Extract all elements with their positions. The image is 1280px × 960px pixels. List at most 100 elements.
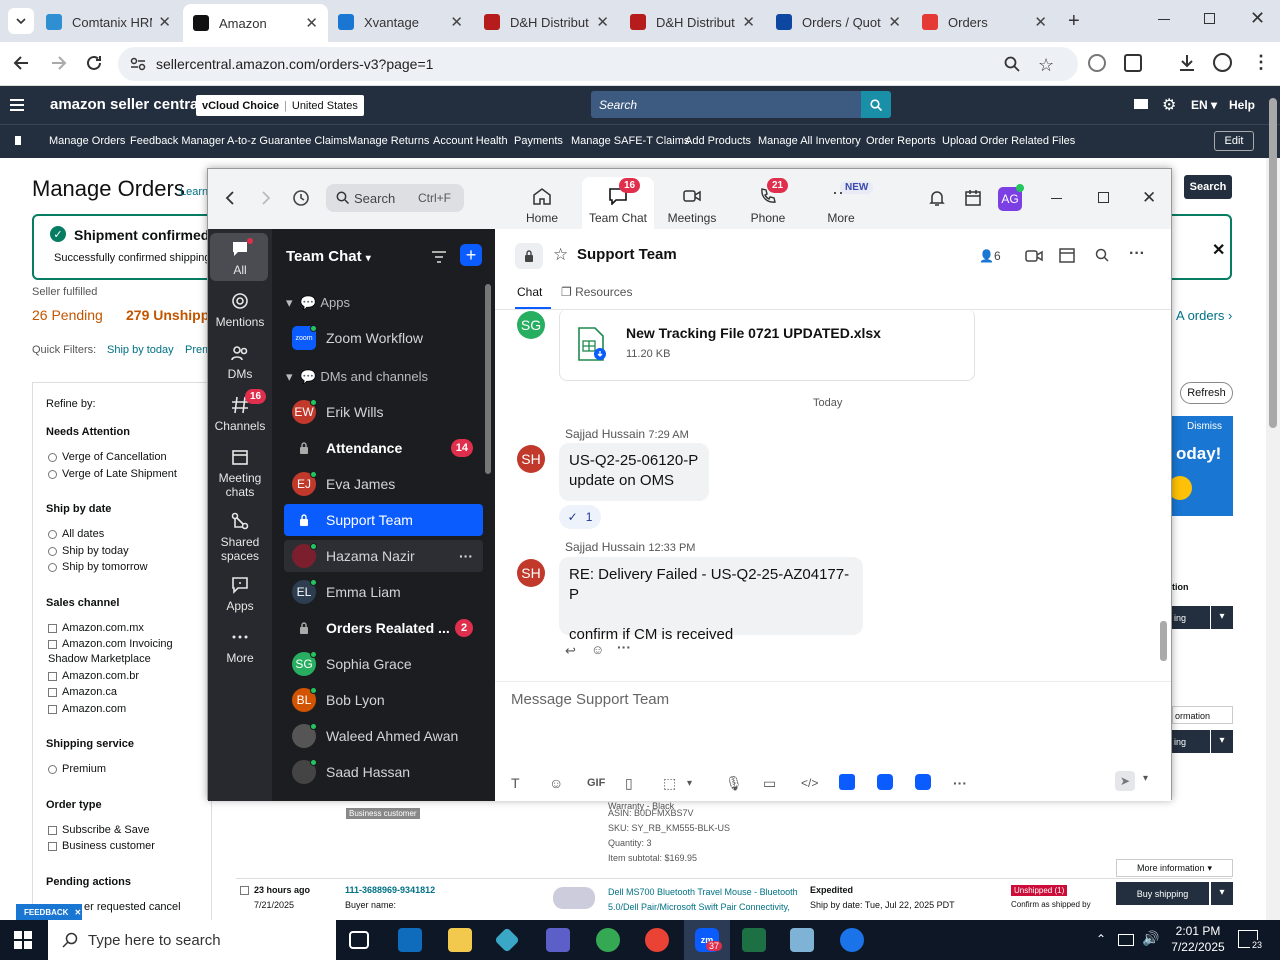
app-icon[interactable] (790, 928, 814, 952)
fba-orders-link[interactable]: A orders › (1176, 308, 1232, 323)
chat-list-item[interactable]: EL Emma Liam (284, 576, 483, 608)
amazon-logo[interactable]: amazon seller central (50, 96, 203, 113)
browser-tab[interactable]: D&H Distribut ✕ (474, 6, 619, 38)
ship-dropdown[interactable]: ▾ (1210, 882, 1233, 905)
nav-link[interactable]: Upload Order Related Files (942, 135, 1075, 147)
orders-search-button[interactable]: Search (1184, 175, 1232, 199)
filter-option[interactable]: Shadow Marketplace (48, 653, 151, 665)
nav-more[interactable]: ··· More NEW (808, 181, 874, 225)
video-call-icon[interactable] (1025, 249, 1043, 263)
filter-option[interactable]: Verge of Cancellation (48, 451, 167, 463)
nav-team-chat[interactable]: Team Chat 16 (585, 178, 651, 225)
close-tab-icon[interactable]: ✕ (305, 14, 318, 32)
close-icon[interactable]: ✕ (74, 908, 81, 917)
chat-list-item[interactable]: Waleed Ahmed Awan (284, 720, 483, 752)
chat-list-item[interactable]: Attendance 14 (284, 432, 483, 464)
rail-item[interactable]: More (211, 627, 269, 665)
minimize-button[interactable] (1158, 19, 1170, 20)
filter-icon[interactable] (432, 251, 446, 263)
filter-option[interactable]: Amazon.com Invoicing (48, 638, 173, 650)
filter-option[interactable]: Business customer (48, 840, 155, 852)
ship-dropdown[interactable]: ▾ (1210, 730, 1233, 753)
channel-title[interactable]: Support Team (577, 246, 677, 263)
forward-icon[interactable] (48, 53, 68, 73)
chrome-icon[interactable] (596, 928, 620, 952)
pending-tab[interactable]: 26 Pending (32, 307, 103, 323)
code-snippet-icon[interactable]: </> (801, 776, 839, 790)
download-icon[interactable] (1177, 53, 1197, 73)
more-information-button[interactable]: ormation (1172, 706, 1233, 724)
filter-option[interactable]: Verge of Late Shipment (48, 468, 177, 480)
store-switcher[interactable]: vCloud Choice | United States (196, 95, 364, 116)
profile-icon[interactable] (1213, 53, 1232, 72)
chat-list-item[interactable]: EW Erik Wills (284, 396, 483, 428)
nav-link[interactable]: Add Products (685, 135, 751, 147)
chat-list-item[interactable]: Orders Realated ... 2 (284, 612, 483, 644)
send-icon[interactable]: ➤ (1115, 771, 1135, 791)
checkbox[interactable] (48, 825, 57, 835)
extension-globe-icon[interactable] (1088, 54, 1106, 72)
nav-link[interactable]: Manage All Inventory (758, 135, 861, 147)
menu-kebab-icon[interactable]: ⋮ (1252, 52, 1270, 73)
send-options-chevron-icon[interactable]: ▾ (1143, 773, 1148, 784)
browser-tab[interactable]: Amazon ✕ (183, 4, 328, 42)
tab-chat[interactable]: Chat (517, 285, 542, 299)
browser-tab[interactable]: Comtanix HRM ✕ (36, 6, 181, 38)
excel-icon[interactable] (742, 928, 766, 952)
site-info-icon[interactable] (130, 57, 146, 71)
more-options-icon[interactable]: ··· (459, 548, 473, 564)
volume-icon[interactable]: 🔊 (1142, 930, 1159, 947)
zoom-taskbar-active[interactable]: zm 37 (684, 920, 730, 960)
checkbox[interactable] (48, 639, 57, 649)
checkbox[interactable] (48, 704, 57, 714)
radio[interactable] (48, 452, 57, 462)
nav-link[interactable]: A-to-z Guarantee Claims (227, 135, 348, 147)
language-select[interactable]: EN ▾ (1191, 98, 1217, 112)
close-tab-icon[interactable]: ✕ (742, 13, 755, 31)
rail-item[interactable]: Mentions (211, 291, 269, 329)
buy-shipping-button[interactable]: ing (1172, 730, 1210, 753)
sender-name[interactable]: Sajjad Hussain (565, 540, 645, 554)
close-tab-icon[interactable]: ✕ (450, 13, 463, 31)
close-window-button[interactable]: ✕ (1250, 8, 1265, 29)
order-checkbox[interactable] (240, 886, 249, 895)
new-tab-button[interactable]: + (1068, 10, 1080, 33)
radio[interactable] (48, 764, 57, 774)
video-message-icon[interactable]: ▭ (763, 775, 801, 792)
close-tab-icon[interactable]: ✕ (1034, 13, 1047, 31)
back-icon[interactable] (12, 53, 32, 73)
ship-by-today-filter[interactable]: Ship by today (107, 344, 174, 356)
filter-option[interactable]: Amazon.ca (48, 686, 117, 698)
buy-shipping-button[interactable]: Buy shipping (1116, 882, 1209, 905)
forward-arrow-icon[interactable] (260, 191, 272, 205)
browser-tab[interactable]: Orders ✕ (912, 6, 1057, 38)
rail-item[interactable]: DMs (211, 343, 269, 381)
edit-nav-button[interactable]: Edit (1214, 131, 1254, 151)
chat-list-item[interactable]: Hazama Nazir ··· (284, 540, 483, 572)
chat-list-scrollbar[interactable] (485, 284, 491, 474)
radio[interactable] (48, 562, 57, 572)
zoom-icon[interactable] (1004, 56, 1020, 72)
nav-home[interactable]: Home (509, 187, 575, 225)
app-icon[interactable] (877, 773, 915, 793)
nav-link[interactable]: Feedback Manager (130, 135, 225, 147)
chat-list-item[interactable]: Support Team (284, 504, 483, 536)
dismiss-link[interactable]: Dismiss (1187, 421, 1222, 432)
learn-link[interactable]: Learn (180, 186, 208, 198)
checkbox[interactable] (48, 687, 57, 697)
browser-tab[interactable]: D&H Distribut ✕ (620, 6, 765, 38)
unshipped-tab[interactable]: 279 Unshipp (126, 307, 209, 323)
nav-link[interactable]: Manage Returns (348, 135, 429, 147)
bookmark-icon[interactable] (15, 136, 21, 145)
nav-link[interactable]: Manage Orders (49, 135, 125, 147)
network-icon[interactable] (1118, 934, 1134, 946)
page-scrollbar-thumb[interactable] (1269, 98, 1277, 428)
filter-option[interactable]: Amazon.com.mx (48, 622, 144, 634)
filter-option[interactable]: Ship by today (48, 545, 129, 557)
nav-link[interactable]: Order Reports (866, 135, 936, 147)
reload-icon[interactable] (84, 53, 104, 73)
feedback-button[interactable]: FEEDBACK ✕ (16, 904, 82, 920)
message-bubble[interactable]: US-Q2-25-06120-P update on OMS (559, 443, 709, 501)
browser-tab[interactable]: Xvantage ✕ (328, 6, 473, 38)
rail-item[interactable]: Meeting chats (211, 447, 269, 499)
